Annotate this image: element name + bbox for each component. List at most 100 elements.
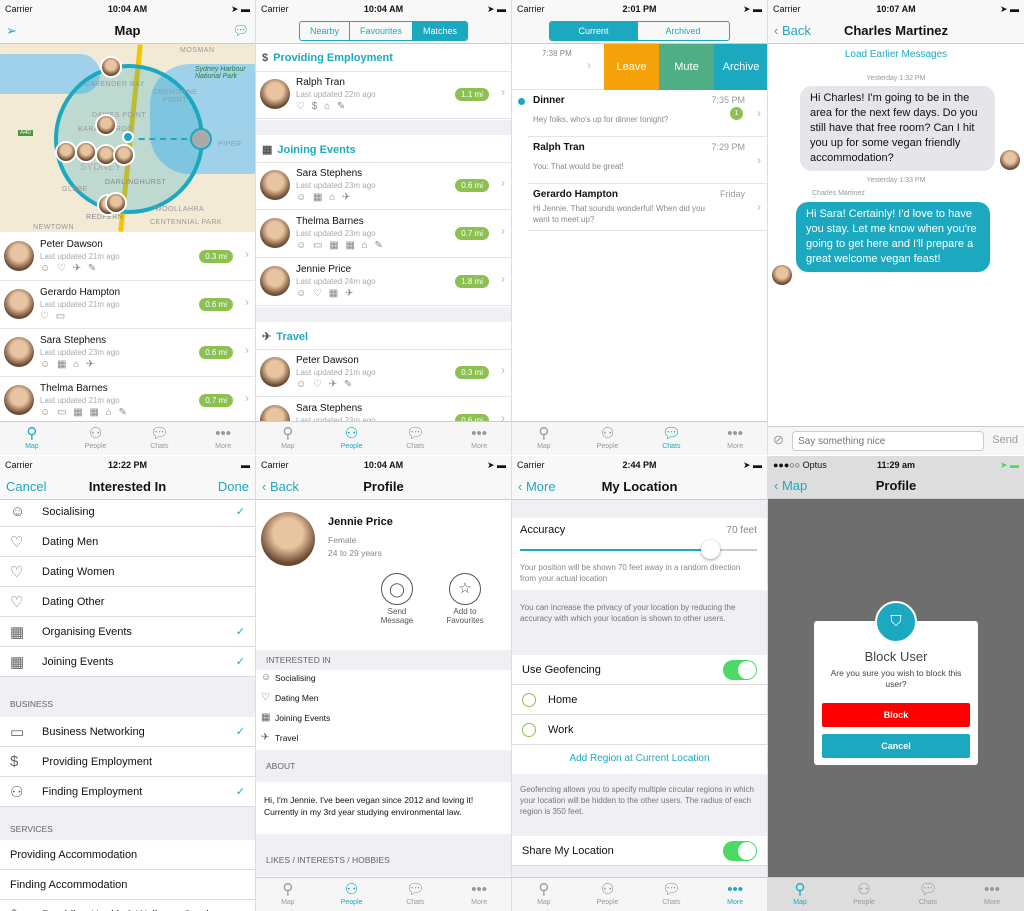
- person-name: Ralph Tran: [296, 77, 345, 88]
- person-row[interactable]: Sara Stephens Last updated 23m ago ☺ ▦ ⌂ ✈…: [256, 163, 511, 210]
- slider-knob[interactable]: [700, 540, 720, 559]
- tab-map[interactable]: ⚲ Map: [768, 878, 832, 911]
- cancel-button[interactable]: Cancel: [6, 479, 46, 494]
- person-row[interactable]: Peter Dawson Last updated 21m ago ☺ ♡ ✈ ✎ 0…: [256, 350, 511, 397]
- chat-row[interactable]: Gerardo Hampton Friday Hi Jennie. That sou…: [528, 184, 767, 231]
- tab-map[interactable]: ⚲ Map: [512, 878, 576, 911]
- tab-map[interactable]: ⚲ Map: [512, 422, 576, 455]
- interest-label: Providing Employment: [42, 755, 153, 768]
- cancel-button[interactable]: Cancel: [822, 734, 970, 758]
- battery-icon: ▬: [241, 460, 250, 470]
- person-map-pin[interactable]: [55, 141, 77, 163]
- tab-more[interactable]: ••• More: [447, 422, 511, 455]
- interest-option[interactable]: ♡ Dating Women: [0, 557, 255, 587]
- person-row[interactable]: Ralph Tran Last updated 22m ago ♡ $ ⌂ ✎ 1.1…: [256, 72, 511, 119]
- person-row[interactable]: Thelma Barnes Last updated 21m ago ☺ ▭ ▦ ▦…: [0, 378, 255, 425]
- tab-label: Chats: [918, 899, 938, 906]
- tab-more[interactable]: ••• More: [703, 422, 767, 455]
- interest-option[interactable]: ▭ Business Networking ✓: [0, 717, 255, 747]
- tab-chats[interactable]: 💬︎ Chats: [128, 422, 192, 455]
- attachment-icon[interactable]: ⊘: [773, 432, 784, 448]
- tab-chats[interactable]: 💬︎ Chats: [896, 878, 960, 911]
- archive-button[interactable]: Archive: [714, 44, 767, 90]
- tab-chats[interactable]: 💬︎ Chats: [640, 878, 704, 911]
- person-row[interactable]: Sara Stephens Last updated 23m ago ☺ ▦ ⌂ ✈…: [0, 330, 255, 377]
- block-button[interactable]: Block: [822, 703, 970, 727]
- tab-more[interactable]: ••• More: [447, 878, 511, 911]
- tab-archived[interactable]: Archived: [636, 21, 729, 40]
- done-button[interactable]: Done: [218, 479, 249, 494]
- tab-more[interactable]: ••• More: [960, 878, 1024, 911]
- add-favourites-button[interactable]: ☆ Add to Favourites: [440, 573, 490, 625]
- tab-people[interactable]: ⚇ People: [64, 422, 128, 455]
- map-label: WOOLLAHRA: [155, 206, 205, 213]
- map-view[interactable]: Sydney Harbour National Park MOSMAN CAVE…: [0, 44, 255, 232]
- chat-row[interactable]: Ralph Tran 7:29 PM You: That would be grea…: [528, 137, 767, 184]
- geofencing-toggle[interactable]: [723, 659, 757, 680]
- tab-matches[interactable]: Matches: [412, 21, 468, 40]
- interest-option[interactable]: ▦ Organising Events ✓: [0, 617, 255, 647]
- tab-people[interactable]: ⚇ People: [320, 878, 384, 911]
- tab-people[interactable]: ⚇ People: [320, 422, 384, 455]
- person-map-pin[interactable]: [105, 192, 127, 214]
- tab-more[interactable]: ••• More: [191, 422, 255, 455]
- back-button[interactable]: ‹ Back: [774, 23, 811, 38]
- share-location-toggle[interactable]: [723, 840, 757, 861]
- chat-row[interactable]: Dinner 7:35 PM Hey folks, who's up for din…: [518, 90, 767, 137]
- back-button[interactable]: ‹ More: [518, 479, 556, 494]
- tab-people[interactable]: ⚇ People: [832, 878, 896, 911]
- back-label: Back: [269, 479, 299, 494]
- distance-badge: 0.3 mi: [455, 366, 489, 379]
- tab-chats[interactable]: 💬︎ Chats: [384, 878, 448, 911]
- interest-option[interactable]: ⚇ Finding Employment ✓: [0, 777, 255, 807]
- person-row[interactable]: Peter Dawson Last updated 21m ago ☺ ♡ ✈ ✎ 0…: [0, 234, 255, 281]
- region-home[interactable]: Home: [512, 685, 767, 715]
- map-label: PIPER: [218, 141, 242, 148]
- radius-handle[interactable]: [190, 128, 212, 150]
- add-region-button[interactable]: Add Region at Current Location: [512, 745, 767, 774]
- person-map-pin[interactable]: [100, 56, 122, 78]
- interest-option[interactable]: ▦ Joining Events ✓: [0, 647, 255, 677]
- tab-people[interactable]: ⚇ People: [576, 422, 640, 455]
- send-message-button[interactable]: ◯ Send Message: [374, 573, 420, 625]
- tab-label: Map: [793, 899, 807, 906]
- person-row[interactable]: Thelma Barnes Last updated 23m ago ☺ ▭ ▦ ▦…: [256, 211, 511, 258]
- person-map-pin[interactable]: [95, 114, 117, 136]
- tab-more[interactable]: ••• More: [703, 878, 767, 911]
- tab-map[interactable]: ⚲ Map: [256, 878, 320, 911]
- person-row[interactable]: Jennie Price Last updated 24m ago ☺ ♡ ▦ ✈ 1…: [256, 259, 511, 306]
- back-button[interactable]: ‹ Map: [774, 478, 807, 493]
- tab-current[interactable]: Current: [550, 21, 637, 40]
- interest-option[interactable]: ☺ Socialising ✓: [0, 497, 255, 527]
- people-icon: ⚇: [344, 425, 359, 442]
- interest-option[interactable]: ✎Providing Health & Wellness Services✓: [0, 900, 255, 911]
- interest-option[interactable]: Finding Accommodation: [0, 870, 255, 900]
- location-arrow-icon[interactable]: ➢: [6, 23, 17, 39]
- chat-bubble-icon[interactable]: 💬︎: [232, 23, 249, 39]
- interest-option[interactable]: $ Providing Employment: [0, 747, 255, 777]
- map-label: DARLINGHURST: [105, 179, 167, 186]
- swiped-chat-row[interactable]: 7:38 PM › Leave Mute Archive: [512, 44, 767, 90]
- people-filter-segmented: Nearby Favourites Matches: [298, 20, 469, 41]
- tab-favourites[interactable]: Favourites: [348, 21, 412, 40]
- tab-nearby[interactable]: Nearby: [300, 22, 349, 40]
- leave-button[interactable]: Leave: [604, 44, 659, 90]
- person-row[interactable]: Gerardo Hampton Last updated 21m ago ♡ ▭ 0.…: [0, 282, 255, 329]
- person-map-pin[interactable]: [113, 144, 135, 166]
- tab-chats[interactable]: 💬︎ Chats: [640, 422, 704, 455]
- person-map-pin[interactable]: [75, 141, 97, 163]
- tab-map[interactable]: ⚲ Map: [256, 422, 320, 455]
- tab-chats[interactable]: 💬︎ Chats: [384, 422, 448, 455]
- tab-people[interactable]: ⚇ People: [576, 878, 640, 911]
- region-work[interactable]: Work: [512, 715, 767, 745]
- interest-option[interactable]: ♡ Dating Men: [0, 527, 255, 557]
- message-input[interactable]: [792, 431, 984, 451]
- tab-map[interactable]: ⚲ Map: [0, 422, 64, 455]
- load-earlier-button[interactable]: Load Earlier Messages: [768, 49, 1024, 60]
- back-button[interactable]: ‹ Back: [262, 479, 299, 494]
- accuracy-slider[interactable]: [520, 540, 757, 559]
- mute-button[interactable]: Mute: [659, 44, 714, 90]
- send-button[interactable]: Send: [992, 434, 1018, 446]
- interest-option[interactable]: ♡ Dating Other: [0, 587, 255, 617]
- interest-option[interactable]: Providing Accommodation: [0, 840, 255, 870]
